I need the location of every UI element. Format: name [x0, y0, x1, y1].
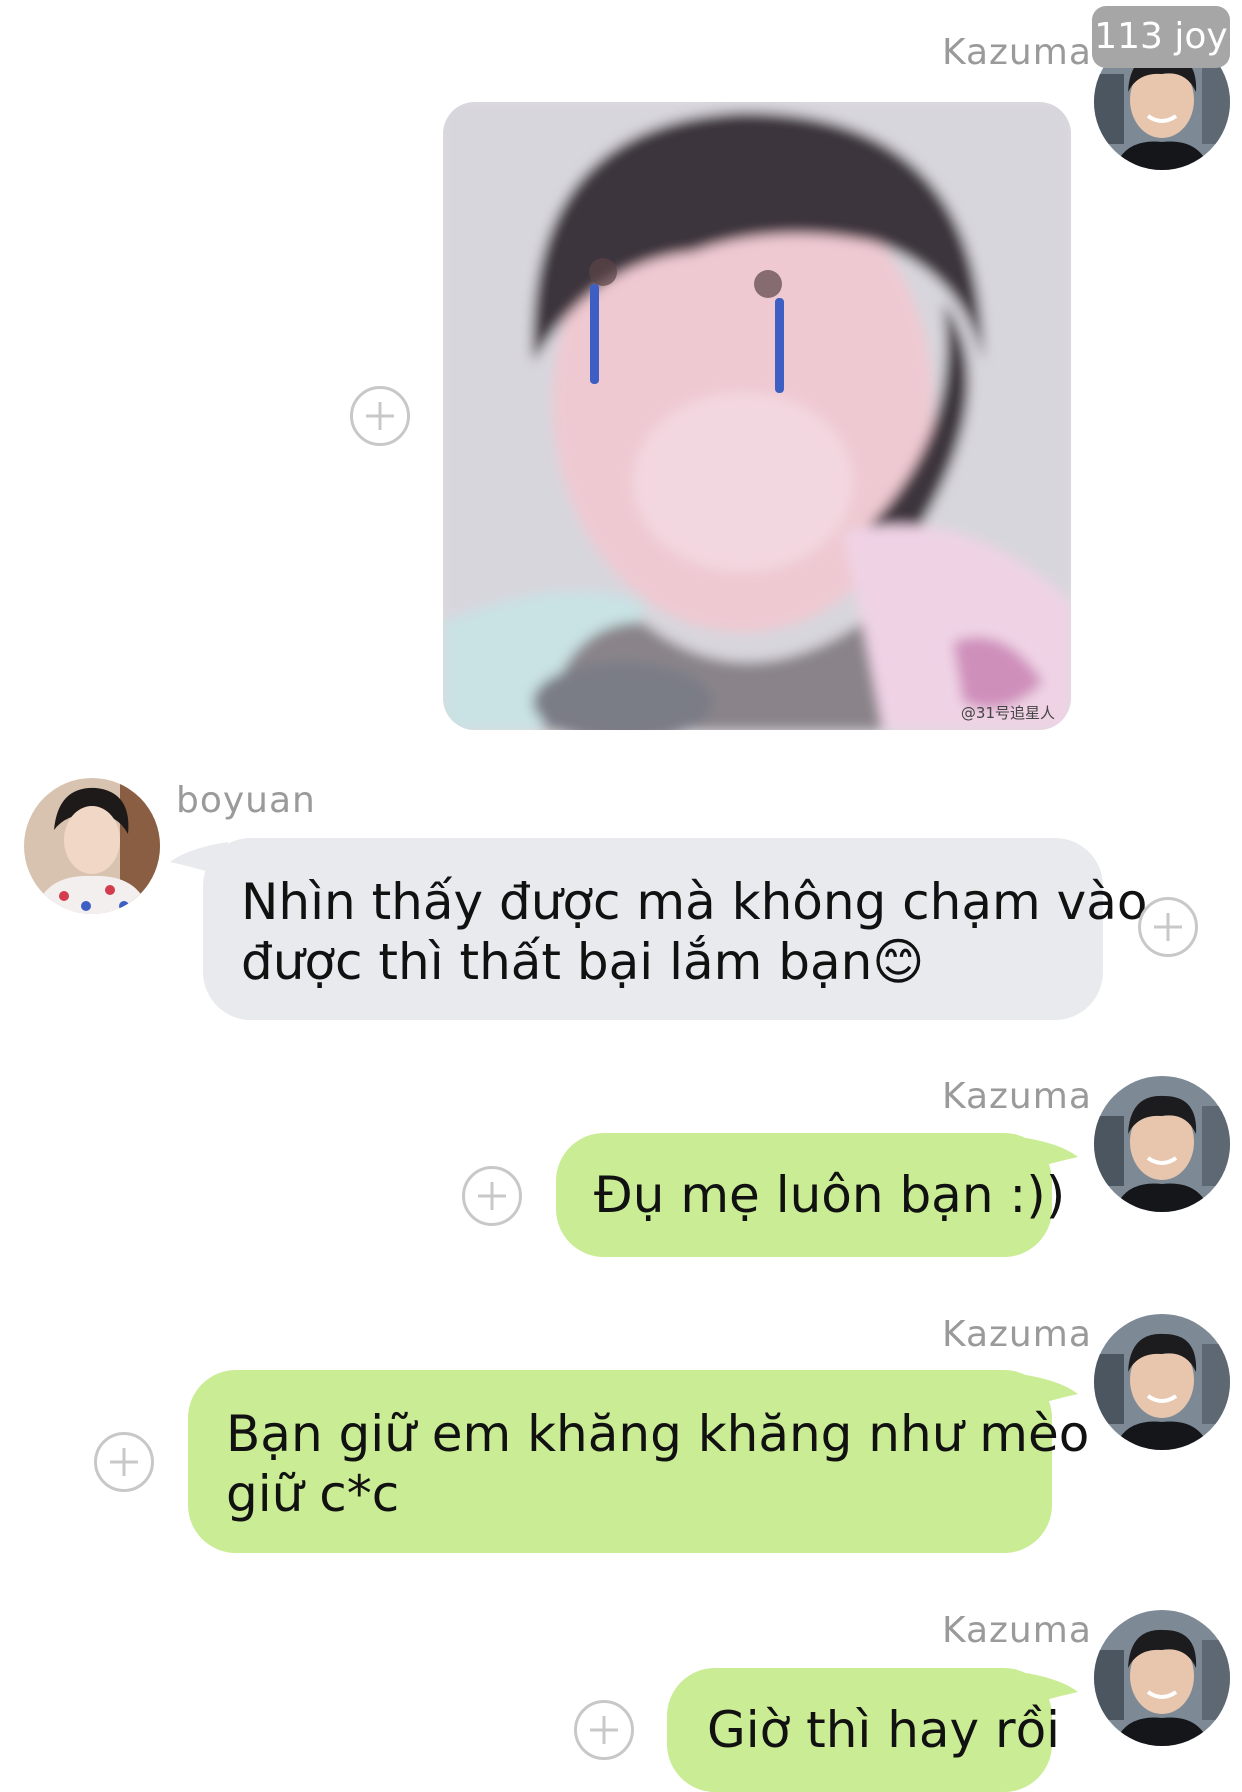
avatar-kazuma[interactable] — [1094, 1314, 1230, 1450]
sender-name: Kazuma — [942, 1610, 1092, 1651]
sender-name: boyuan — [176, 780, 316, 821]
add-reaction-button[interactable] — [350, 386, 410, 446]
message-text-line: giữ c*c — [226, 1465, 400, 1523]
sender-name: Kazuma — [942, 1076, 1092, 1117]
message-bubble-outgoing[interactable]: Giờ thì hay rồi — [667, 1668, 1060, 1792]
message-text-line: được thì thất bại lắm bạn — [241, 933, 873, 991]
bubble-tail — [1020, 1137, 1078, 1173]
avatar-kazuma[interactable] — [1094, 1076, 1230, 1212]
message-text-line: Nhìn thấy được mà không chạm vào — [241, 873, 1148, 931]
sender-name: Kazuma — [942, 1314, 1092, 1355]
bubble-tail — [1020, 1672, 1078, 1708]
add-reaction-button[interactable] — [1138, 897, 1198, 957]
avatar-kazuma[interactable] — [1094, 1610, 1230, 1746]
message-bubble-outgoing[interactable]: Đụ mẹ luôn bạn :)) — [556, 1133, 1065, 1257]
add-reaction-button[interactable] — [462, 1166, 522, 1226]
avatar-boyuan[interactable] — [24, 778, 160, 914]
sticker-watermark: @31号追星人 — [961, 704, 1055, 722]
message-text-line: Bạn giữ em khăng khăng như mèo — [226, 1405, 1090, 1463]
add-reaction-button[interactable] — [94, 1432, 154, 1492]
message-text: Giờ thì hay rồi — [707, 1701, 1061, 1759]
sender-name: Kazuma — [942, 32, 1092, 73]
smile-emoji-icon: 😊 — [872, 933, 925, 991]
message-text-line-wrap: được thì thất bại lắm bạn😊 — [241, 932, 1065, 992]
message-text: Đụ mẹ luôn bạn :)) — [594, 1166, 1066, 1224]
message-bubble-incoming[interactable]: Nhìn thấy được mà không chạm vào được th… — [203, 838, 1148, 1020]
bubble-tail — [1020, 1374, 1078, 1410]
reaction-badge: 113 joy — [1092, 6, 1230, 68]
add-reaction-button[interactable] — [574, 1700, 634, 1760]
sticker-image[interactable]: @31号追星人 — [443, 102, 1071, 730]
message-bubble-outgoing[interactable]: Bạn giữ em khăng khăng như mèo giữ c*c — [188, 1370, 1090, 1553]
